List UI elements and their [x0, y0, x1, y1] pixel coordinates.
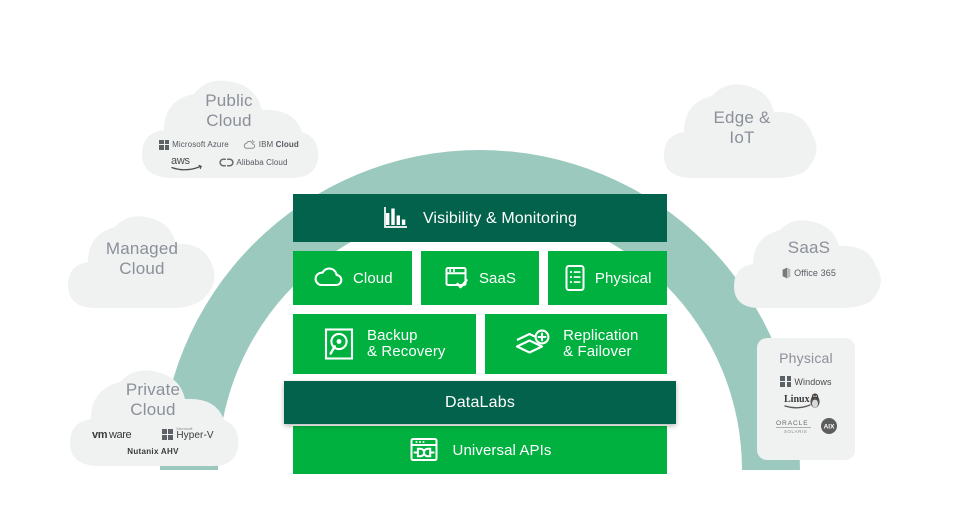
logo-alibaba-cloud: Alibaba Cloud [219, 158, 287, 167]
tile-label: SaaS [478, 269, 517, 287]
node-edge-iot[interactable]: Edge & IoT [658, 80, 826, 182]
logo-group: Office 365 [782, 267, 836, 279]
logo-windows: Windows [780, 376, 832, 387]
svg-text:ORACLE: ORACLE [776, 420, 809, 427]
node-managed-cloud[interactable]: Managed Cloud [62, 212, 222, 312]
logo-row: Office 365 [782, 267, 836, 279]
logo-row: Nutanix AHV [127, 447, 178, 456]
node-public-cloud[interactable]: Public Cloud Microsoft Azure IBM Cloud a… [134, 78, 324, 182]
vmware-wordmark-icon: vm ware [92, 429, 132, 441]
server-icon [564, 264, 586, 292]
tile-datalabs[interactable]: DataLabs [284, 381, 676, 424]
node-title: Managed Cloud [105, 239, 179, 278]
svg-text:aws: aws [171, 155, 190, 167]
logo-group: Microsoft Azure IBM Cloud aws Alibaba Cl… [159, 139, 299, 171]
logo-vmware: vm ware [92, 428, 140, 441]
logo-group: Windows Linux ORACLE SOLARIS AIX [775, 376, 838, 435]
svg-text:Linux: Linux [784, 394, 810, 405]
svg-text:ware: ware [108, 429, 132, 441]
logo-microsoft-azure: Microsoft Azure [159, 139, 229, 150]
node-title: Edge & IoT [713, 108, 771, 147]
node-physical[interactable]: Physical Windows Linux ORACLE SOLARIS AI… [757, 338, 855, 460]
tile-backup-recovery[interactable]: Backup & Recovery [293, 314, 476, 374]
tile-label: Backup & Recovery [366, 327, 446, 360]
aix-badge-icon: AIX [820, 418, 837, 434]
svg-text:AIX: AIX [823, 424, 834, 431]
api-plug-icon [409, 436, 439, 464]
gears-icon [380, 42, 414, 76]
orchestration-label: Orchestration [422, 48, 563, 71]
diagram-canvas: Orchestration Public Cloud Microsoft Azu… [0, 0, 960, 528]
tile-replication-failover[interactable]: Replication & Failover [484, 314, 667, 374]
ibm-cloud-icon [243, 139, 255, 149]
svg-text:vm: vm [92, 429, 108, 441]
node-saas[interactable]: SaaS Office 365 [728, 216, 890, 312]
tile-physical[interactable]: Physical [548, 251, 668, 305]
browser-check-icon [444, 265, 470, 291]
node-title: Private Cloud [125, 380, 181, 419]
aws-wordmark-icon: aws [171, 155, 203, 171]
windows-flag-icon [162, 429, 174, 440]
tile-visibility-monitoring[interactable]: Visibility & Monitoring [293, 194, 667, 242]
logo-row: ORACLE SOLARIS AIX [775, 417, 838, 435]
linux-penguin-icon: Linux [784, 393, 820, 409]
svg-text:SOLARIS: SOLARIS [784, 429, 807, 434]
logo-row: aws Alibaba Cloud [170, 154, 287, 171]
layers-plus-icon [513, 328, 551, 360]
disk-search-icon [323, 327, 355, 361]
tile-label: Cloud [352, 269, 393, 287]
capability-row: Backup & Recovery Replication & Failover [293, 314, 667, 374]
alibaba-icon [219, 158, 234, 167]
office-365-icon [782, 267, 791, 279]
tile-saas[interactable]: SaaS [420, 251, 540, 305]
cloud-icon [312, 266, 344, 290]
platform-stack: Visibility & Monitoring Cloud SaaS Physi… [284, 194, 676, 474]
node-title: Public Cloud [205, 91, 253, 130]
windows-flag-icon [159, 139, 170, 150]
tile-label: Visibility & Monitoring [422, 209, 578, 227]
logo-oracle-solaris: ORACLE SOLARIS [775, 418, 813, 434]
logo-nutanix-ahv: Nutanix AHV [127, 447, 179, 456]
logo-row: vm ware Microsoft Hyper-V [92, 427, 214, 442]
logo-ibm-cloud: IBM Cloud [243, 139, 299, 150]
tile-universal-apis[interactable]: Universal APIs [293, 426, 667, 474]
tile-cloud[interactable]: Cloud [293, 251, 412, 305]
bar-chart-icon [383, 205, 409, 231]
logo-group: vm ware Microsoft Hyper-V Nutanix AHV [92, 427, 214, 457]
logo-office-365: Office 365 [782, 267, 836, 279]
node-title: Physical [779, 350, 833, 366]
logo-row: Microsoft Azure IBM Cloud [159, 139, 299, 150]
windows-flag-icon [780, 376, 792, 387]
node-private-cloud[interactable]: Private Cloud vm ware Microsoft Hyper-V … [64, 368, 242, 470]
tile-label: Replication & Failover [563, 327, 639, 360]
logo-aix: AIX [820, 417, 838, 435]
logo-hyper-v: Microsoft Hyper-V [162, 427, 214, 441]
logo-aws: aws [170, 154, 204, 171]
tile-label: Universal APIs [452, 441, 552, 459]
logo-linux: Linux [784, 393, 828, 411]
workload-row: Cloud SaaS Physical [293, 251, 668, 305]
tile-label: DataLabs [444, 393, 516, 411]
logo-row: Windows [780, 376, 832, 387]
logo-row: Linux [784, 393, 828, 411]
node-title: SaaS [787, 238, 831, 257]
oracle-solaris-icon: ORACLE SOLARIS [775, 420, 811, 434]
tile-label: Physical [594, 269, 652, 287]
orchestration-label-group: Orchestration [380, 40, 610, 80]
